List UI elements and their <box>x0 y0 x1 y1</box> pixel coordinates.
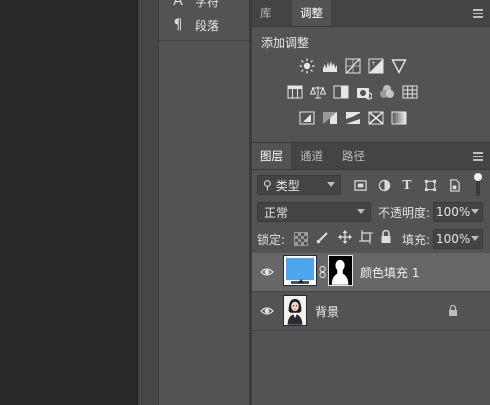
panel-dock-strip <box>137 0 159 405</box>
tab-channels[interactable]: 通道 <box>292 143 331 169</box>
paragraph-panel-label: 段落 <box>195 18 220 33</box>
character-panel-label: 字符 <box>195 0 220 9</box>
right-panel-group: 库 调整 添加调整 + 图层 通道 路径 ⚲ 类型 T 正常 不透明度: 100… <box>252 0 490 405</box>
opacity-input[interactable]: 100% <box>433 202 483 222</box>
channel-mixer-icon[interactable] <box>378 83 395 100</box>
layer-row-background[interactable]: 背景 <box>252 292 490 330</box>
filter-toggle-switch[interactable] <box>474 172 482 198</box>
opacity-label: 不透明度: <box>378 206 431 220</box>
adjustments-row-2 <box>286 83 418 100</box>
hue-saturation-icon[interactable] <box>286 83 303 100</box>
layer-name[interactable]: 颜色填充 1 <box>360 264 419 281</box>
layers-panel-menu-icon[interactable] <box>473 152 483 163</box>
fill-slider-marker <box>298 279 304 283</box>
lock-image-pixels-icon[interactable] <box>316 230 330 244</box>
character-icon: A <box>173 0 183 9</box>
layer-mask-thumbnail[interactable] <box>328 255 353 286</box>
layers-tabbar: 图层 通道 路径 <box>252 142 490 170</box>
layer-name[interactable]: 背景 <box>315 303 339 320</box>
lock-label: 锁定: <box>257 233 286 247</box>
type-filter-icon[interactable]: T <box>399 177 415 193</box>
panel-menu-icon[interactable] <box>473 9 483 20</box>
fill-label: 填充: <box>402 233 431 247</box>
eye-icon[interactable] <box>260 304 274 318</box>
character-panel-button[interactable]: A 字符 <box>171 0 219 12</box>
photo-filter-icon[interactable] <box>355 83 372 100</box>
fill-color-swatch <box>286 258 314 280</box>
chevron-down-icon <box>471 209 479 214</box>
paragraph-icon: ¶ <box>173 17 183 33</box>
gradient-map-icon[interactable] <box>390 109 407 126</box>
collapsed-panels-column: A 字符 ¶ 段落 <box>158 0 250 405</box>
opacity-value: 100% <box>436 205 471 219</box>
blend-mode-select[interactable]: 正常 <box>257 202 371 222</box>
adjustments-row-1: + <box>298 57 407 74</box>
add-adjustment-title: 添加调整 <box>261 36 310 50</box>
tab-adjustments[interactable]: 调整 <box>292 0 331 26</box>
lock-transparent-pixels-icon[interactable] <box>294 232 308 246</box>
threshold-icon[interactable] <box>344 109 361 126</box>
fill-value: 100% <box>436 232 471 246</box>
vibrance-icon[interactable] <box>390 57 407 74</box>
lock-position-icon[interactable] <box>338 230 352 244</box>
lock-artboard-icon[interactable] <box>359 230 373 244</box>
document-canvas-area <box>0 0 137 405</box>
adjustments-tabbar: 库 调整 <box>252 0 490 27</box>
color-lookup-icon[interactable] <box>401 83 418 100</box>
chain-link-icon[interactable] <box>319 266 326 278</box>
brightness-contrast-icon[interactable] <box>298 57 315 74</box>
paragraph-panel-button[interactable]: ¶ 段落 <box>171 14 219 36</box>
search-icon: ⚲ <box>263 178 272 192</box>
blend-mode-value: 正常 <box>264 205 289 220</box>
adjustments-row-3 <box>298 109 407 126</box>
exposure-icon[interactable]: + <box>367 57 384 74</box>
lock-icon <box>448 304 458 317</box>
tab-paths[interactable]: 路径 <box>334 143 373 169</box>
pixel-filter-icon[interactable] <box>352 177 368 193</box>
layer-filter-kind-select[interactable]: ⚲ 类型 <box>257 175 341 195</box>
chevron-down-icon <box>471 236 479 241</box>
filter-kind-label: 类型 <box>275 178 300 193</box>
fill-layer-thumbnail[interactable] <box>283 255 317 286</box>
layer-divider <box>252 330 490 331</box>
fill-input[interactable]: 100% <box>433 229 483 249</box>
tab-layers[interactable]: 图层 <box>252 143 291 169</box>
panel-divider <box>159 40 250 41</box>
adjustment-filter-icon[interactable] <box>376 177 392 193</box>
color-balance-icon[interactable] <box>309 83 326 100</box>
posterize-icon[interactable] <box>321 109 338 126</box>
chevron-down-icon <box>327 182 335 187</box>
svg-text:+: + <box>371 60 376 67</box>
layer-row-color-fill[interactable]: 颜色填充 1 <box>252 253 490 291</box>
smart-object-filter-icon[interactable] <box>446 177 462 193</box>
curves-icon[interactable] <box>344 57 361 74</box>
eye-icon[interactable] <box>260 265 274 279</box>
invert-icon[interactable] <box>298 109 315 126</box>
background-layer-thumbnail[interactable] <box>283 295 307 326</box>
selective-color-icon[interactable] <box>367 109 384 126</box>
chevron-down-icon <box>357 209 365 214</box>
shape-filter-icon[interactable] <box>422 177 438 193</box>
tab-libraries[interactable]: 库 <box>252 0 280 26</box>
black-white-icon[interactable] <box>332 83 349 100</box>
lock-all-icon[interactable] <box>380 229 392 244</box>
levels-icon[interactable] <box>321 57 338 74</box>
